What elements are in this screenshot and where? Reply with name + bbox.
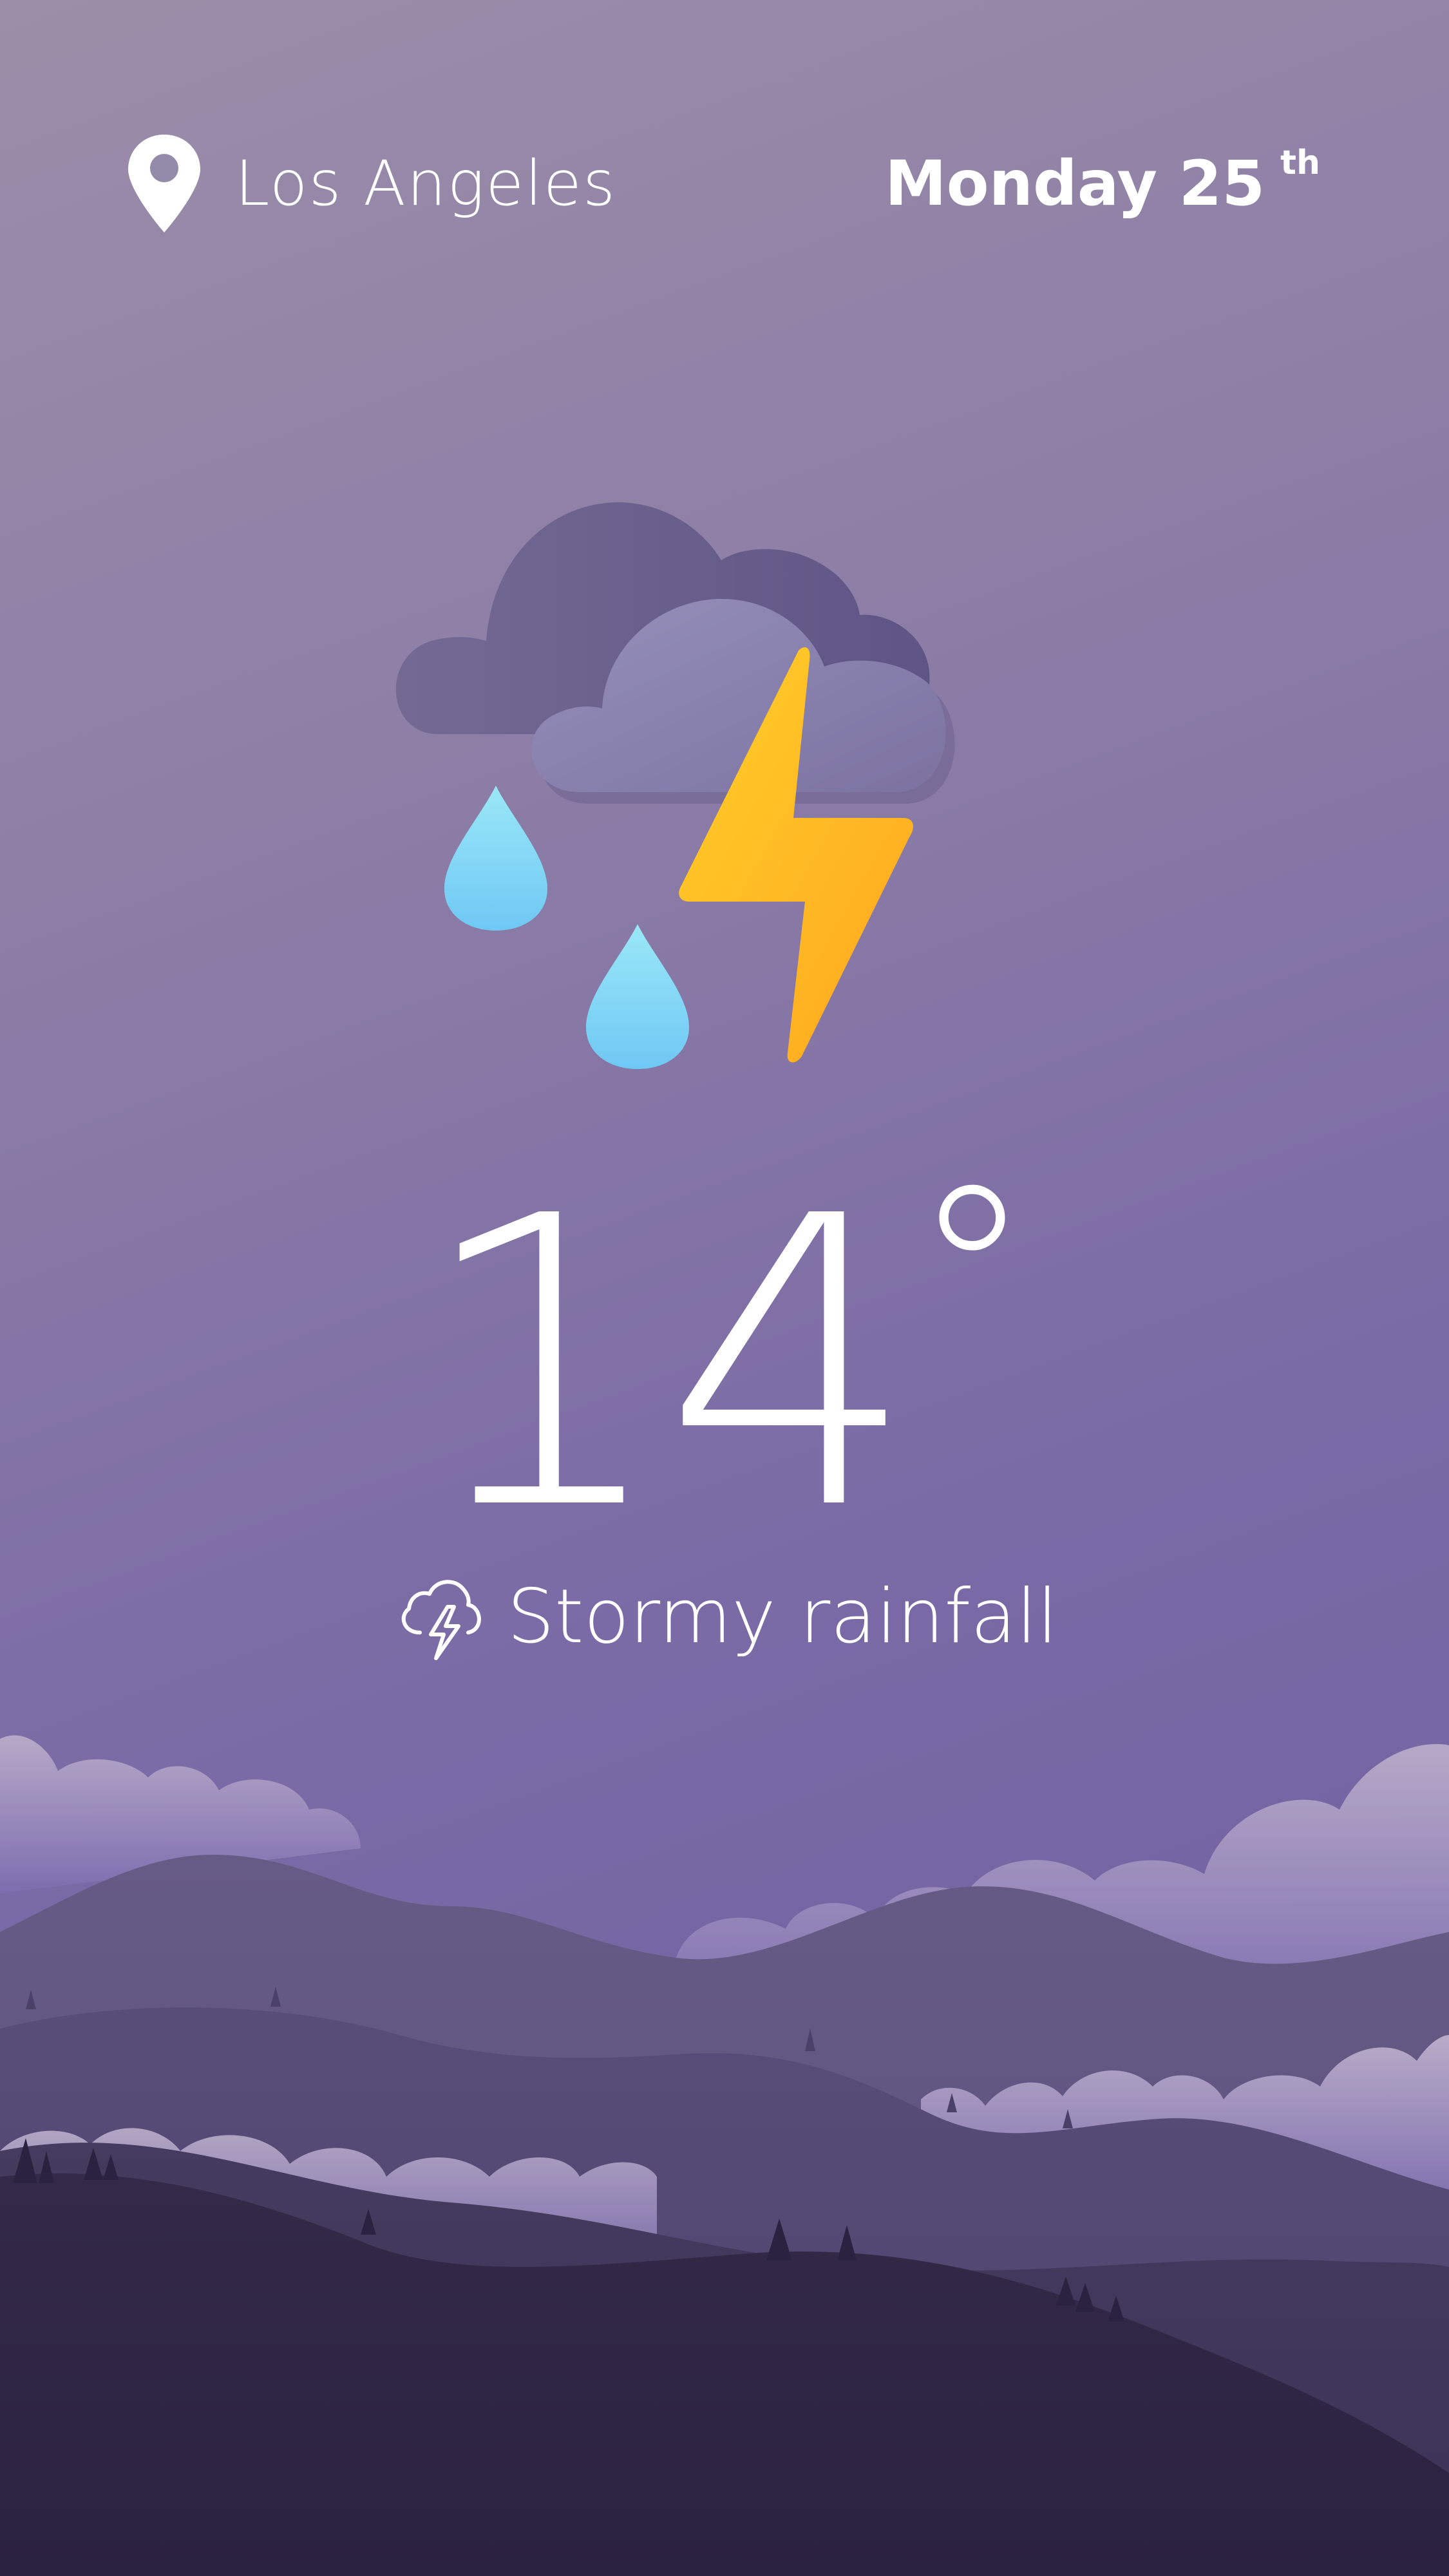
- raindrop: [444, 786, 547, 931]
- condition-text: Stormy rainfall: [507, 1573, 1058, 1660]
- weather-screen: Los Angeles Monday 25 th 14° Stormy rain…: [0, 0, 1449, 2576]
- mountain-landscape: [0, 1735, 1449, 2576]
- location-name: Los Angeles: [235, 147, 616, 220]
- temperature-display: 14°: [0, 1133, 1449, 1565]
- location-selector[interactable]: Los Angeles: [126, 129, 616, 238]
- weather-condition: Stormy rainfall: [0, 1571, 1449, 1662]
- date-day: Monday 25: [885, 147, 1265, 220]
- temperature-unit: °: [911, 1133, 1034, 1419]
- header: Los Angeles Monday 25 th: [0, 129, 1449, 238]
- cloud-lightning-icon: [402, 1580, 482, 1660]
- temperature-value: 14: [415, 1133, 918, 1597]
- map-pin-icon: [128, 135, 200, 232]
- date-label: Monday 25 th: [885, 129, 1320, 238]
- date-suffix: th: [1280, 144, 1320, 182]
- raindrop: [586, 924, 689, 1069]
- storm-cloud-rain-lightning-icon: [395, 502, 955, 1069]
